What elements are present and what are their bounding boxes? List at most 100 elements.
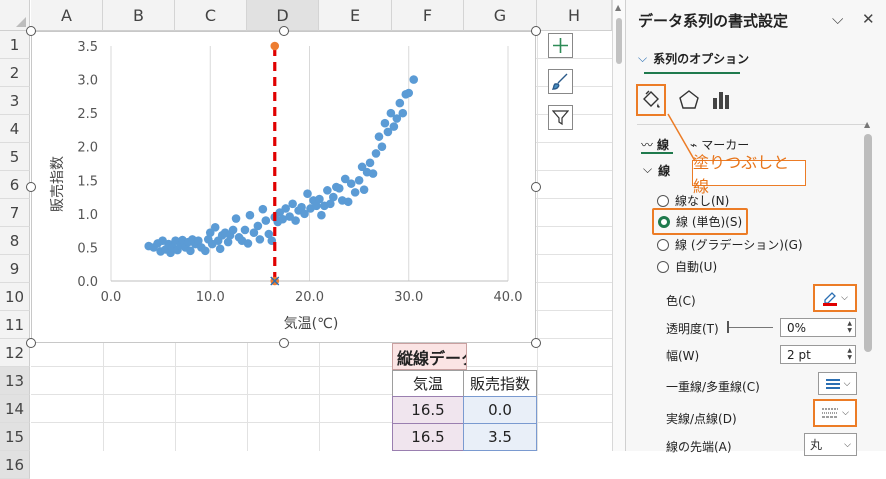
scatter-chart[interactable]: 0.0 10.0 20.0 30.0 40.0 0.0 0.5 1.0 1.5 2.0 2.5 3.0…: [31, 31, 536, 343]
column-header-h[interactable]: H: [537, 0, 612, 31]
scatter-point: [288, 199, 297, 209]
pane-scroll-thumb[interactable]: [864, 134, 872, 352]
chart-elements-button[interactable]: [548, 33, 573, 58]
spin-arrows-icon[interactable]: ▲ ▼: [847, 347, 852, 361]
width-spinner[interactable]: 2 pt ▲ ▼: [780, 345, 856, 364]
transparency-spinner[interactable]: 0% ▲ ▼: [780, 318, 856, 337]
table-header-temperature[interactable]: 気温: [392, 370, 464, 397]
radio-button[interactable]: [657, 260, 669, 273]
column-header-g[interactable]: G: [464, 0, 537, 31]
table-cell-temp-1[interactable]: 16.5: [392, 396, 464, 424]
series-options-tab[interactable]: [706, 84, 736, 116]
chart-resize-handle-tl[interactable]: [26, 26, 36, 36]
row-header-1[interactable]: 1: [0, 31, 30, 59]
chart-resize-handle-b[interactable]: [279, 338, 289, 348]
chart-resize-handle-bl[interactable]: [26, 338, 36, 348]
row-header-3[interactable]: 3: [0, 87, 30, 115]
row-header-10[interactable]: 10: [0, 283, 30, 311]
scatter-point: [231, 214, 241, 223]
row-header-5[interactable]: 5: [0, 143, 30, 171]
transparency-slider[interactable]: [727, 321, 773, 333]
width-value: 2 pt: [787, 347, 811, 362]
row-header-4[interactable]: 4: [0, 115, 30, 143]
scatter-point: [291, 216, 300, 225]
chart-resize-handle-r[interactable]: [531, 182, 541, 192]
table-title-cell[interactable]: 縦線データ: [392, 343, 467, 370]
radio-button-selected[interactable]: [658, 215, 670, 228]
bar-chart-icon: [713, 92, 729, 109]
pane-scroll-up-icon[interactable]: ▲: [864, 120, 870, 129]
scroll-up-icon[interactable]: ▲: [615, 3, 621, 12]
table-cell-index-1[interactable]: 0.0: [463, 396, 537, 424]
funnel-icon: [552, 110, 569, 126]
scatter-point: [343, 197, 353, 207]
scatter-point: [334, 184, 344, 193]
chart-resize-handle-br[interactable]: [531, 338, 541, 348]
column-header-a[interactable]: A: [31, 0, 103, 31]
color-label: 色(C): [666, 294, 696, 308]
sheet-vertical-scrollbar[interactable]: ▲: [612, 0, 625, 451]
fill-and-line-tab[interactable]: [636, 84, 666, 116]
chart-styles-button[interactable]: [548, 69, 573, 94]
radio-button[interactable]: [657, 194, 669, 207]
scroll-thumb[interactable]: [616, 18, 622, 64]
x-axis-title: 気温(℃): [284, 316, 339, 332]
scatter-point: [261, 216, 271, 225]
plus-icon: [553, 38, 568, 53]
column-header-f[interactable]: F: [392, 0, 464, 31]
scatter-point: [317, 210, 326, 220]
scatter-point: [323, 186, 332, 195]
scatter-point: [395, 98, 405, 108]
row-header-9[interactable]: 9: [0, 255, 30, 283]
pane-options-chevron-down-icon[interactable]: ⌵: [832, 10, 843, 28]
radio-automatic-label: 自動(U): [675, 260, 718, 274]
chart-resize-handle-l[interactable]: [26, 182, 36, 192]
scatter-point: [404, 88, 414, 98]
chart-resize-handle-t[interactable]: [279, 26, 289, 36]
options-underline: [644, 72, 740, 74]
dash-type-dropdown[interactable]: ⌵: [813, 399, 857, 427]
scatter-point: [200, 246, 210, 256]
y-tick-label: 0.0: [77, 275, 98, 290]
select-all-corner[interactable]: [0, 0, 30, 31]
line-section-header[interactable]: ⌵ 線: [643, 162, 670, 179]
chart-resize-handle-tr[interactable]: [531, 26, 541, 36]
y-tick-label: 3.5: [77, 40, 98, 55]
row-header-11[interactable]: 11: [0, 311, 30, 339]
series-options-dropdown[interactable]: ⌵ 系列のオプション: [638, 50, 749, 67]
row-header-13[interactable]: 13: [0, 367, 30, 395]
row-header-14[interactable]: 14: [0, 395, 30, 423]
compound-type-dropdown[interactable]: ⌵: [818, 372, 857, 395]
pane-close-icon[interactable]: ✕: [862, 10, 875, 28]
column-header-e[interactable]: E: [319, 0, 392, 31]
worksheet[interactable]: A B C D E F G H 1 2 3 4 5 6 7 8 9 10 11 …: [0, 0, 612, 479]
brush-icon: [552, 73, 568, 90]
line-color-dropdown[interactable]: ⌵: [813, 284, 857, 312]
radio-button[interactable]: [657, 238, 669, 251]
radio-automatic[interactable]: 自動(U): [657, 258, 717, 275]
cap-type-dropdown[interactable]: 丸 ⌵: [804, 433, 857, 456]
row-header-2[interactable]: 2: [0, 59, 30, 87]
row-header-16[interactable]: 16: [0, 451, 30, 479]
spin-arrows-icon[interactable]: ▲ ▼: [847, 320, 852, 334]
column-header-b[interactable]: B: [103, 0, 175, 31]
scatter-point: [380, 118, 390, 128]
width-label: 幅(W): [666, 349, 700, 363]
chart-filters-button[interactable]: [548, 105, 573, 130]
radio-no-line[interactable]: 線なし(N): [657, 192, 729, 209]
radio-gradient-line[interactable]: 線 (グラデーション)(G): [657, 236, 803, 253]
table-cell-index-2[interactable]: 3.5: [463, 423, 537, 451]
row-header-8[interactable]: 8: [0, 227, 30, 255]
y-tick-label: 0.5: [77, 241, 98, 256]
row-header-7[interactable]: 7: [0, 199, 30, 227]
pen-color-icon: [823, 292, 838, 306]
x-tick-label: 10.0: [196, 290, 225, 305]
reference-point-top: [270, 41, 280, 51]
row-header-15[interactable]: 15: [0, 423, 30, 451]
column-header-c[interactable]: C: [175, 0, 247, 31]
radio-solid-line[interactable]: 線 (単色)(S): [652, 208, 749, 235]
pane-title: データ系列の書式設定: [638, 12, 789, 30]
table-header-sales-index[interactable]: 販売指数: [463, 370, 537, 397]
transparency-label: 透明度(T): [666, 322, 719, 336]
table-cell-temp-2[interactable]: 16.5: [392, 423, 464, 451]
